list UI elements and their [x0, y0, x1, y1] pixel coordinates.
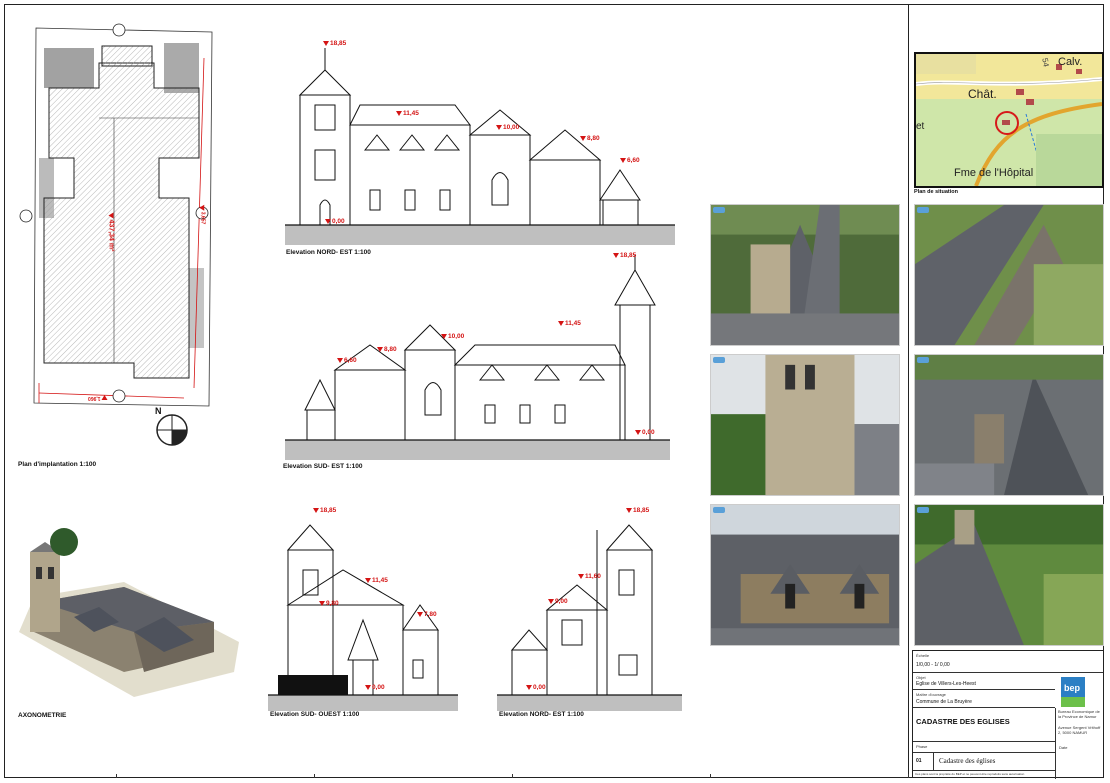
level-ne-3: 8,80 — [580, 135, 600, 142]
caption-se: Elevation SUD- EST 1:100 — [283, 463, 363, 470]
level-so-2: 9,80 — [319, 600, 339, 607]
caption-ne2: Elevation NORD- EST 1:100 — [499, 711, 584, 718]
border-ticks — [4, 774, 1104, 778]
map-label-et: et — [916, 121, 925, 132]
tb-title: CADASTRE DES EGLISES — [916, 717, 1010, 726]
tb-address: Avenue Sergent Vrithoff 2, 5000 NAMUR — [1058, 725, 1101, 735]
level-ne-1: 11,45 — [396, 110, 419, 117]
tb-divider — [1055, 708, 1056, 779]
axonometry-model — [19, 528, 239, 697]
caption-plan: Plan d'implantation 1:100 — [18, 461, 97, 468]
level-so-1: 11,45 — [365, 577, 388, 584]
level-se-top: 18,85 — [612, 252, 637, 259]
tb-phase-row: Phase — [913, 742, 1055, 753]
caption-situation: Plan de situation — [914, 189, 959, 195]
photo-aerial-2 — [914, 204, 1104, 346]
plan-dim-bottom: 1,960 — [88, 395, 101, 401]
level-se-3: 8,80 — [377, 346, 397, 353]
tb-phase-label: Phase — [916, 744, 928, 749]
map-label-fme: Fme de l'Hôpital — [954, 167, 1034, 179]
level-se-0: 0,00 — [635, 429, 655, 436]
bep-logo-stripe — [1061, 697, 1085, 707]
level-so-0: 0,00 — [365, 684, 385, 691]
level-ne-4: 6,60 — [620, 157, 640, 164]
tb-object-label: Objet — [916, 675, 926, 680]
logo-icon — [917, 507, 929, 513]
column-divider — [908, 4, 909, 778]
photo-aerial-3 — [914, 504, 1104, 646]
tb-date-label: Date — [1059, 745, 1068, 750]
tb-object: Eglise de Villers-Les-Heest — [916, 681, 976, 687]
tb-title-row: CADASTRE DES EGLISES — [913, 708, 1055, 742]
map-label-chat: Chât. — [968, 87, 997, 101]
photo-dormers — [710, 504, 900, 646]
tb-scale: 1/0,00 - 1/ 0,00 — [916, 662, 950, 668]
logo-icon — [713, 207, 725, 213]
level-so-3: 7,80 — [417, 611, 437, 618]
north-label: N — [155, 406, 162, 416]
title-block: Échelle 1/0,00 - 1/ 0,00 Objet Eglise de… — [912, 650, 1104, 779]
tb-org: Bureau Economique de la Province de Namu… — [1058, 709, 1100, 719]
logo-icon — [917, 207, 929, 213]
level-se-1: 11,45 — [558, 320, 581, 327]
level-ne2-2: 9,00 — [548, 598, 568, 605]
elevation-north-east — [285, 48, 675, 245]
level-se-2: 10,00 — [440, 333, 465, 340]
caption-so: Elevation SUD- OUEST 1:100 — [270, 711, 360, 718]
level-ne2-1: 11,60 — [578, 573, 601, 580]
elevation-north-east-2 — [497, 524, 682, 711]
tb-commune: Commune de La Bruyère — [916, 699, 972, 705]
map-label-calv: Calv. — [1058, 56, 1083, 68]
bep-logo-icon: bep — [1061, 677, 1085, 707]
level-ne-0: 0,00 — [325, 218, 345, 225]
tb-commune-row: Maître d'ouvrage Commune de La Bruyère — [913, 690, 1055, 708]
logo-icon — [917, 357, 929, 363]
tb-doc-row: 01 Cadastre des églises — [913, 753, 1055, 771]
level-ne-top: 18,85 — [322, 40, 347, 47]
bep-logo-text: bep — [1064, 683, 1081, 693]
plan-dim-right: 3,657 — [199, 211, 206, 225]
map-label-tag: 54 — [1040, 57, 1051, 68]
photo-aerial-1 — [710, 204, 900, 346]
plan-area: 437,34 m² — [107, 219, 115, 252]
level-ne2-top: 18,85 — [625, 507, 650, 514]
level-ne2-0: 0,00 — [526, 684, 546, 691]
situation-map: Calv. Chât. Fme de l'Hôpital et 54 — [914, 52, 1104, 188]
logo-icon — [713, 507, 725, 513]
tb-doc: Cadastre des églises — [939, 757, 996, 765]
photo-roofs — [914, 354, 1104, 496]
tb-num: 01 — [916, 758, 922, 764]
tb-commune-label: Maître d'ouvrage — [916, 692, 946, 697]
level-so-top: 18,85 — [312, 507, 337, 514]
logo-icon — [713, 357, 725, 363]
tb-object-row: Objet Eglise de Villers-Les-Heest — [913, 673, 1055, 690]
level-se-4: 6,60 — [337, 357, 357, 364]
caption-axo: AXONOMETRIE — [18, 712, 67, 719]
site-plan — [19, 23, 213, 407]
tb-scale-label: Échelle — [916, 653, 930, 658]
level-ne-2: 10,00 — [495, 124, 520, 131]
tb-scale-row: Échelle 1/0,00 - 1/ 0,00 — [913, 651, 1103, 673]
tb-num-divider — [933, 753, 934, 771]
photo-tower — [710, 354, 900, 496]
